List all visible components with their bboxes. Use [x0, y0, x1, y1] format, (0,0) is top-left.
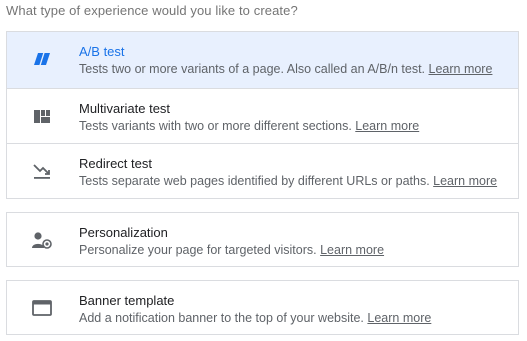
banner-group: Banner template Add a notification banne… [6, 280, 519, 335]
ab-test-icon [31, 49, 53, 69]
learn-more-link[interactable]: Learn more [367, 311, 431, 325]
option-description: Tests two or more variants of a page. Al… [79, 62, 492, 76]
description-text: Personalize your page for targeted visit… [79, 243, 317, 257]
option-title: Redirect test [79, 156, 152, 171]
description-text: Add a notification banner to the top of … [79, 311, 364, 325]
option-title: Banner template [79, 293, 175, 308]
description-text: Tests two or more variants of a page. Al… [79, 62, 426, 76]
option-multivariate-test[interactable]: Multivariate test Tests variants with tw… [7, 88, 518, 143]
option-title: Multivariate test [79, 101, 171, 116]
personalization-group: Personalization Personalize your page fo… [6, 212, 519, 267]
experiment-type-group: A/B test Tests two or more variants of a… [6, 31, 519, 199]
learn-more-link[interactable]: Learn more [429, 62, 493, 76]
description-text: Tests variants with two or more differen… [79, 119, 352, 133]
learn-more-link[interactable]: Learn more [355, 119, 419, 133]
option-description: Tests variants with two or more differen… [79, 119, 419, 133]
option-personalization[interactable]: Personalization Personalize your page fo… [7, 213, 518, 268]
page-prompt: What type of experience would you like t… [6, 3, 298, 18]
person-target-icon [31, 230, 53, 250]
option-title: A/B test [79, 44, 125, 59]
option-description: Tests separate web pages identified by d… [79, 174, 497, 188]
learn-more-link[interactable]: Learn more [433, 174, 497, 188]
redirect-arrow-icon [31, 161, 53, 181]
option-redirect-test[interactable]: Redirect test Tests separate web pages i… [7, 143, 518, 198]
learn-more-link[interactable]: Learn more [320, 243, 384, 257]
description-text: Tests separate web pages identified by d… [79, 174, 430, 188]
option-banner-template[interactable]: Banner template Add a notification banne… [7, 281, 518, 336]
multivariate-grid-icon [31, 106, 53, 126]
option-description: Add a notification banner to the top of … [79, 311, 431, 325]
option-ab-test[interactable]: A/B test Tests two or more variants of a… [7, 32, 518, 88]
option-title: Personalization [79, 225, 168, 240]
option-description: Personalize your page for targeted visit… [79, 243, 384, 257]
banner-window-icon [31, 298, 53, 318]
